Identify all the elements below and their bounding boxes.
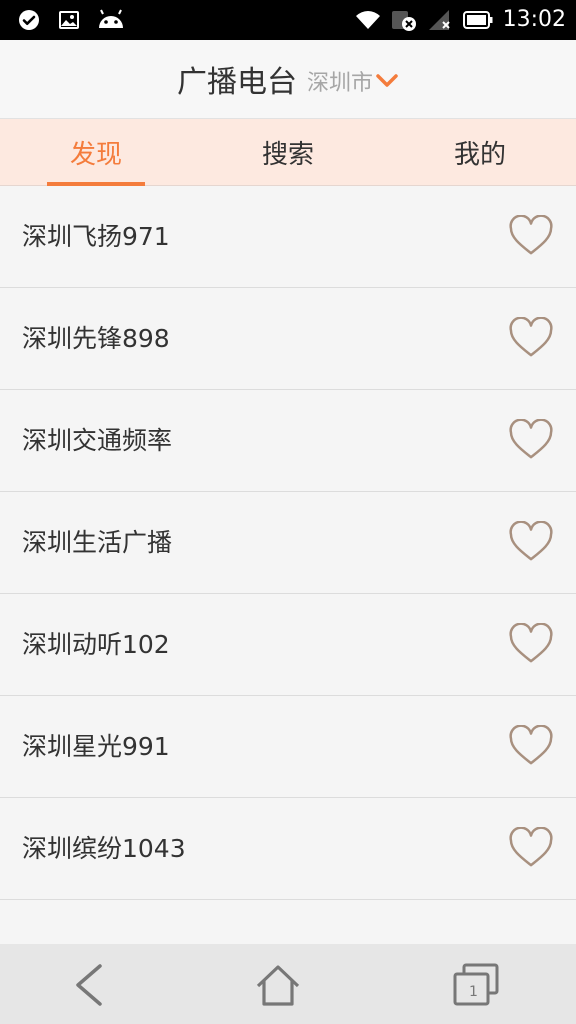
list-item[interactable]: 深圳缤纷1043	[0, 798, 576, 900]
back-icon[interactable]	[66, 962, 114, 1008]
heart-icon[interactable]	[508, 827, 554, 869]
wifi-icon	[355, 11, 380, 29]
heart-icon[interactable]	[508, 725, 554, 767]
list-item[interactable]: 深圳动听102	[0, 594, 576, 696]
page-title: 广播电台	[176, 65, 297, 100]
city-selector[interactable]: 深圳市	[307, 65, 399, 97]
list-item[interactable]: 深圳星光991	[0, 696, 576, 798]
recents-count: 1	[469, 984, 478, 1000]
check-circle-icon	[19, 10, 39, 30]
recents-button[interactable]: 1	[452, 962, 500, 1008]
heart-icon[interactable]	[508, 419, 554, 461]
android-icon	[99, 9, 123, 28]
list-item[interactable]: 深圳交通频率	[0, 390, 576, 492]
heart-icon[interactable]	[508, 215, 554, 257]
navigation-bar: 1	[0, 944, 576, 1024]
station-name: 深圳动听102	[22, 630, 170, 659]
heart-icon[interactable]	[508, 623, 554, 665]
chevron-down-icon	[376, 74, 398, 87]
heart-icon[interactable]	[508, 317, 554, 359]
heart-icon[interactable]	[508, 521, 554, 563]
status-time: 13:02	[502, 7, 566, 32]
data-off-icon	[391, 11, 416, 31]
list-item[interactable]: 深圳飞扬971	[0, 186, 576, 288]
tab-search[interactable]: 搜索	[192, 119, 384, 185]
home-icon[interactable]	[254, 962, 302, 1008]
station-name: 深圳飞扬971	[22, 222, 170, 251]
station-name: 深圳先锋898	[22, 324, 170, 353]
station-name: 深圳缤纷1043	[22, 834, 186, 863]
list-item[interactable]: 深圳先锋898	[0, 288, 576, 390]
station-name: 深圳交通频率	[22, 426, 173, 455]
list-item[interactable]: 深圳生活广播	[0, 492, 576, 594]
battery-icon	[462, 11, 493, 29]
status-bar: 13:02	[0, 0, 576, 40]
station-name: 深圳生活广播	[22, 528, 173, 557]
tab-bar: 发现 搜索 我的	[0, 119, 576, 186]
station-list: 深圳飞扬971 深圳先锋898 深圳交通频率 深圳生活广播 深圳动听102 深圳…	[0, 186, 576, 900]
app-header: 广播电台 深圳市	[0, 40, 576, 119]
tab-discover[interactable]: 发现	[0, 119, 192, 185]
tab-mine[interactable]: 我的	[384, 119, 576, 185]
city-label: 深圳市	[306, 71, 373, 96]
station-name: 深圳星光991	[22, 732, 170, 761]
image-icon	[59, 11, 79, 29]
signal-icon	[428, 10, 450, 30]
